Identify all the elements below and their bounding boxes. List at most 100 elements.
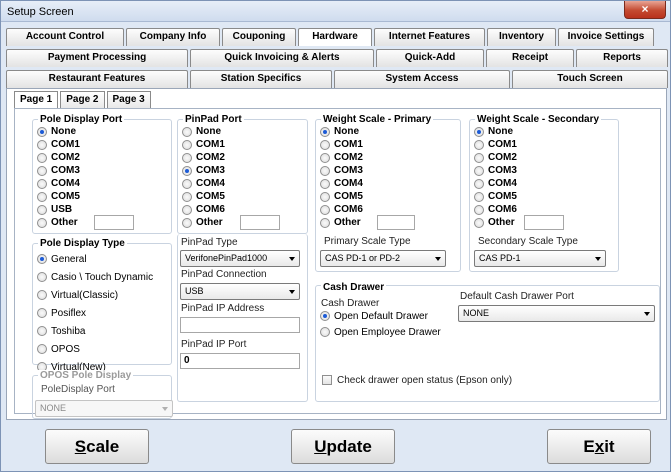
radio-pinpad-com5[interactable]: COM5	[182, 190, 225, 203]
radio-type-general[interactable]: General	[37, 250, 153, 268]
radio-dot	[320, 139, 330, 150]
radio-secondary-com4[interactable]: COM4	[474, 177, 517, 190]
radio-dot	[37, 308, 47, 318]
exit-button[interactable]: Exit	[547, 429, 651, 464]
radio-pole-usb[interactable]: USB	[37, 203, 80, 216]
pinpad-port-title: PinPad Port	[183, 114, 244, 125]
radio-type-virtual-classic[interactable]: Virtual(Classic)	[37, 286, 153, 304]
radio-dot	[474, 204, 484, 215]
radio-pole-com4[interactable]: COM4	[37, 177, 80, 190]
pinpad-port-options: None COM1 COM2 COM3 COM4 COM5 COM6 Other	[182, 125, 225, 229]
radio-secondary-com2[interactable]: COM2	[474, 151, 517, 164]
tab-inventory[interactable]: Inventory	[487, 28, 556, 46]
radio-dot	[320, 191, 330, 202]
scale-button[interactable]: Scale	[45, 429, 149, 464]
opos-pole-display-group: OPOS Pole Display PoleDisplay Port NONE	[32, 370, 173, 419]
tab-couponing[interactable]: Couponing	[222, 28, 296, 46]
radio-primary-com6[interactable]: COM6	[320, 203, 363, 216]
tab-company-info[interactable]: Company Info	[126, 28, 220, 46]
radio-pole-com5[interactable]: COM5	[37, 190, 80, 203]
radio-primary-other[interactable]: Other	[320, 216, 363, 229]
radio-pole-none[interactable]: None	[37, 125, 80, 138]
chevron-down-icon	[289, 290, 295, 294]
radio-pinpad-com3[interactable]: COM3	[182, 164, 225, 177]
radio-dot	[37, 152, 47, 163]
pole-display-type-title: Pole Display Type	[38, 238, 127, 249]
chevron-down-icon	[595, 257, 601, 261]
pinpad-other-input[interactable]	[240, 215, 280, 230]
tab-payment-processing[interactable]: Payment Processing	[6, 49, 188, 67]
radio-pinpad-com1[interactable]: COM1	[182, 138, 225, 151]
pinpad-type-select[interactable]: VerifonePinPad1000	[180, 250, 300, 267]
tab-quick-add[interactable]: Quick-Add	[376, 49, 484, 67]
opos-pole-display-title: OPOS Pole Display	[38, 370, 134, 381]
tab-hardware[interactable]: Hardware	[298, 28, 372, 46]
radio-type-casio[interactable]: Casio \ Touch Dynamic	[37, 268, 153, 286]
tab-quick-invoicing[interactable]: Quick Invoicing & Alerts	[190, 49, 374, 67]
check-drawer-status-checkbox[interactable]	[322, 375, 332, 385]
radio-primary-com4[interactable]: COM4	[320, 177, 363, 190]
radio-primary-com2[interactable]: COM2	[320, 151, 363, 164]
radio-dot	[37, 326, 47, 336]
pinpad-ip-port-input[interactable]: 0	[180, 353, 300, 369]
radio-dot	[320, 217, 330, 228]
tab-system-access[interactable]: System Access	[334, 70, 510, 88]
tab-internet-features[interactable]: Internet Features	[374, 28, 485, 46]
radio-secondary-other[interactable]: Other	[474, 216, 517, 229]
radio-pole-com1[interactable]: COM1	[37, 138, 80, 151]
radio-open-employee-drawer[interactable]: Open Employee Drawer	[320, 323, 441, 341]
secondary-scale-options: None COM1 COM2 COM3 COM4 COM5 COM6 Other	[474, 125, 517, 229]
tab-invoice-settings[interactable]: Invoice Settings	[558, 28, 654, 46]
radio-pinpad-com6[interactable]: COM6	[182, 203, 225, 216]
radio-pole-other[interactable]: Other	[37, 216, 80, 229]
radio-pinpad-com2[interactable]: COM2	[182, 151, 225, 164]
radio-type-opos[interactable]: OPOS	[37, 340, 153, 358]
subtab-page-3[interactable]: Page 3	[106, 91, 151, 109]
window-title: Setup Screen	[7, 6, 74, 18]
tab-station-specifics[interactable]: Station Specifics	[190, 70, 332, 88]
radio-pinpad-com4[interactable]: COM4	[182, 177, 225, 190]
pole-display-port-select[interactable]: NONE	[35, 400, 173, 417]
radio-dot	[182, 178, 192, 189]
default-drawer-port-select[interactable]: NONE	[458, 305, 655, 322]
radio-primary-none[interactable]: None	[320, 125, 363, 138]
pinpad-ip-address-input[interactable]	[180, 317, 300, 333]
pole-other-input[interactable]	[94, 215, 134, 230]
radio-primary-com3[interactable]: COM3	[320, 164, 363, 177]
pole-display-port-group: Pole Display Port None COM1 COM2 COM3 CO…	[32, 114, 172, 234]
radio-pinpad-none[interactable]: None	[182, 125, 225, 138]
primary-scale-type-select[interactable]: CAS PD-1 or PD-2	[320, 250, 446, 267]
radio-type-toshiba[interactable]: Toshiba	[37, 322, 153, 340]
chevron-down-icon	[162, 407, 168, 411]
tab-restaurant-features[interactable]: Restaurant Features	[6, 70, 188, 88]
radio-primary-com5[interactable]: COM5	[320, 190, 363, 203]
pinpad-connection-select[interactable]: USB	[180, 283, 300, 300]
radio-secondary-com3[interactable]: COM3	[474, 164, 517, 177]
tab-reports[interactable]: Reports	[576, 49, 668, 67]
radio-dot	[37, 126, 47, 137]
tab-touch-screen[interactable]: Touch Screen	[512, 70, 668, 88]
radio-dot	[474, 152, 484, 163]
tab-receipt[interactable]: Receipt	[486, 49, 574, 67]
subtab-page-2[interactable]: Page 2	[60, 91, 105, 109]
primary-other-input[interactable]	[377, 215, 415, 230]
close-button[interactable]: ×	[624, 1, 666, 19]
radio-secondary-com1[interactable]: COM1	[474, 138, 517, 151]
radio-pole-com2[interactable]: COM2	[37, 151, 80, 164]
radio-secondary-none[interactable]: None	[474, 125, 517, 138]
radio-type-posiflex[interactable]: Posiflex	[37, 304, 153, 322]
weight-scale-secondary-group: Weight Scale - Secondary None COM1 COM2 …	[469, 114, 619, 272]
radio-secondary-com5[interactable]: COM5	[474, 190, 517, 203]
tab-account-control[interactable]: Account Control	[6, 28, 124, 46]
secondary-other-input[interactable]	[524, 215, 564, 230]
radio-pinpad-other[interactable]: Other	[182, 216, 225, 229]
radio-pole-com3[interactable]: COM3	[37, 164, 80, 177]
update-button[interactable]: Update	[291, 429, 395, 464]
secondary-scale-type-select[interactable]: CAS PD-1	[474, 250, 606, 267]
subtab-page-1[interactable]: Page 1	[14, 91, 59, 109]
radio-secondary-com6[interactable]: COM6	[474, 203, 517, 216]
pole-display-type-options: General Casio \ Touch Dynamic Virtual(Cl…	[37, 250, 153, 376]
radio-primary-com1[interactable]: COM1	[320, 138, 363, 151]
radio-dot	[182, 126, 192, 137]
primary-scale-options: None COM1 COM2 COM3 COM4 COM5 COM6 Other	[320, 125, 363, 229]
